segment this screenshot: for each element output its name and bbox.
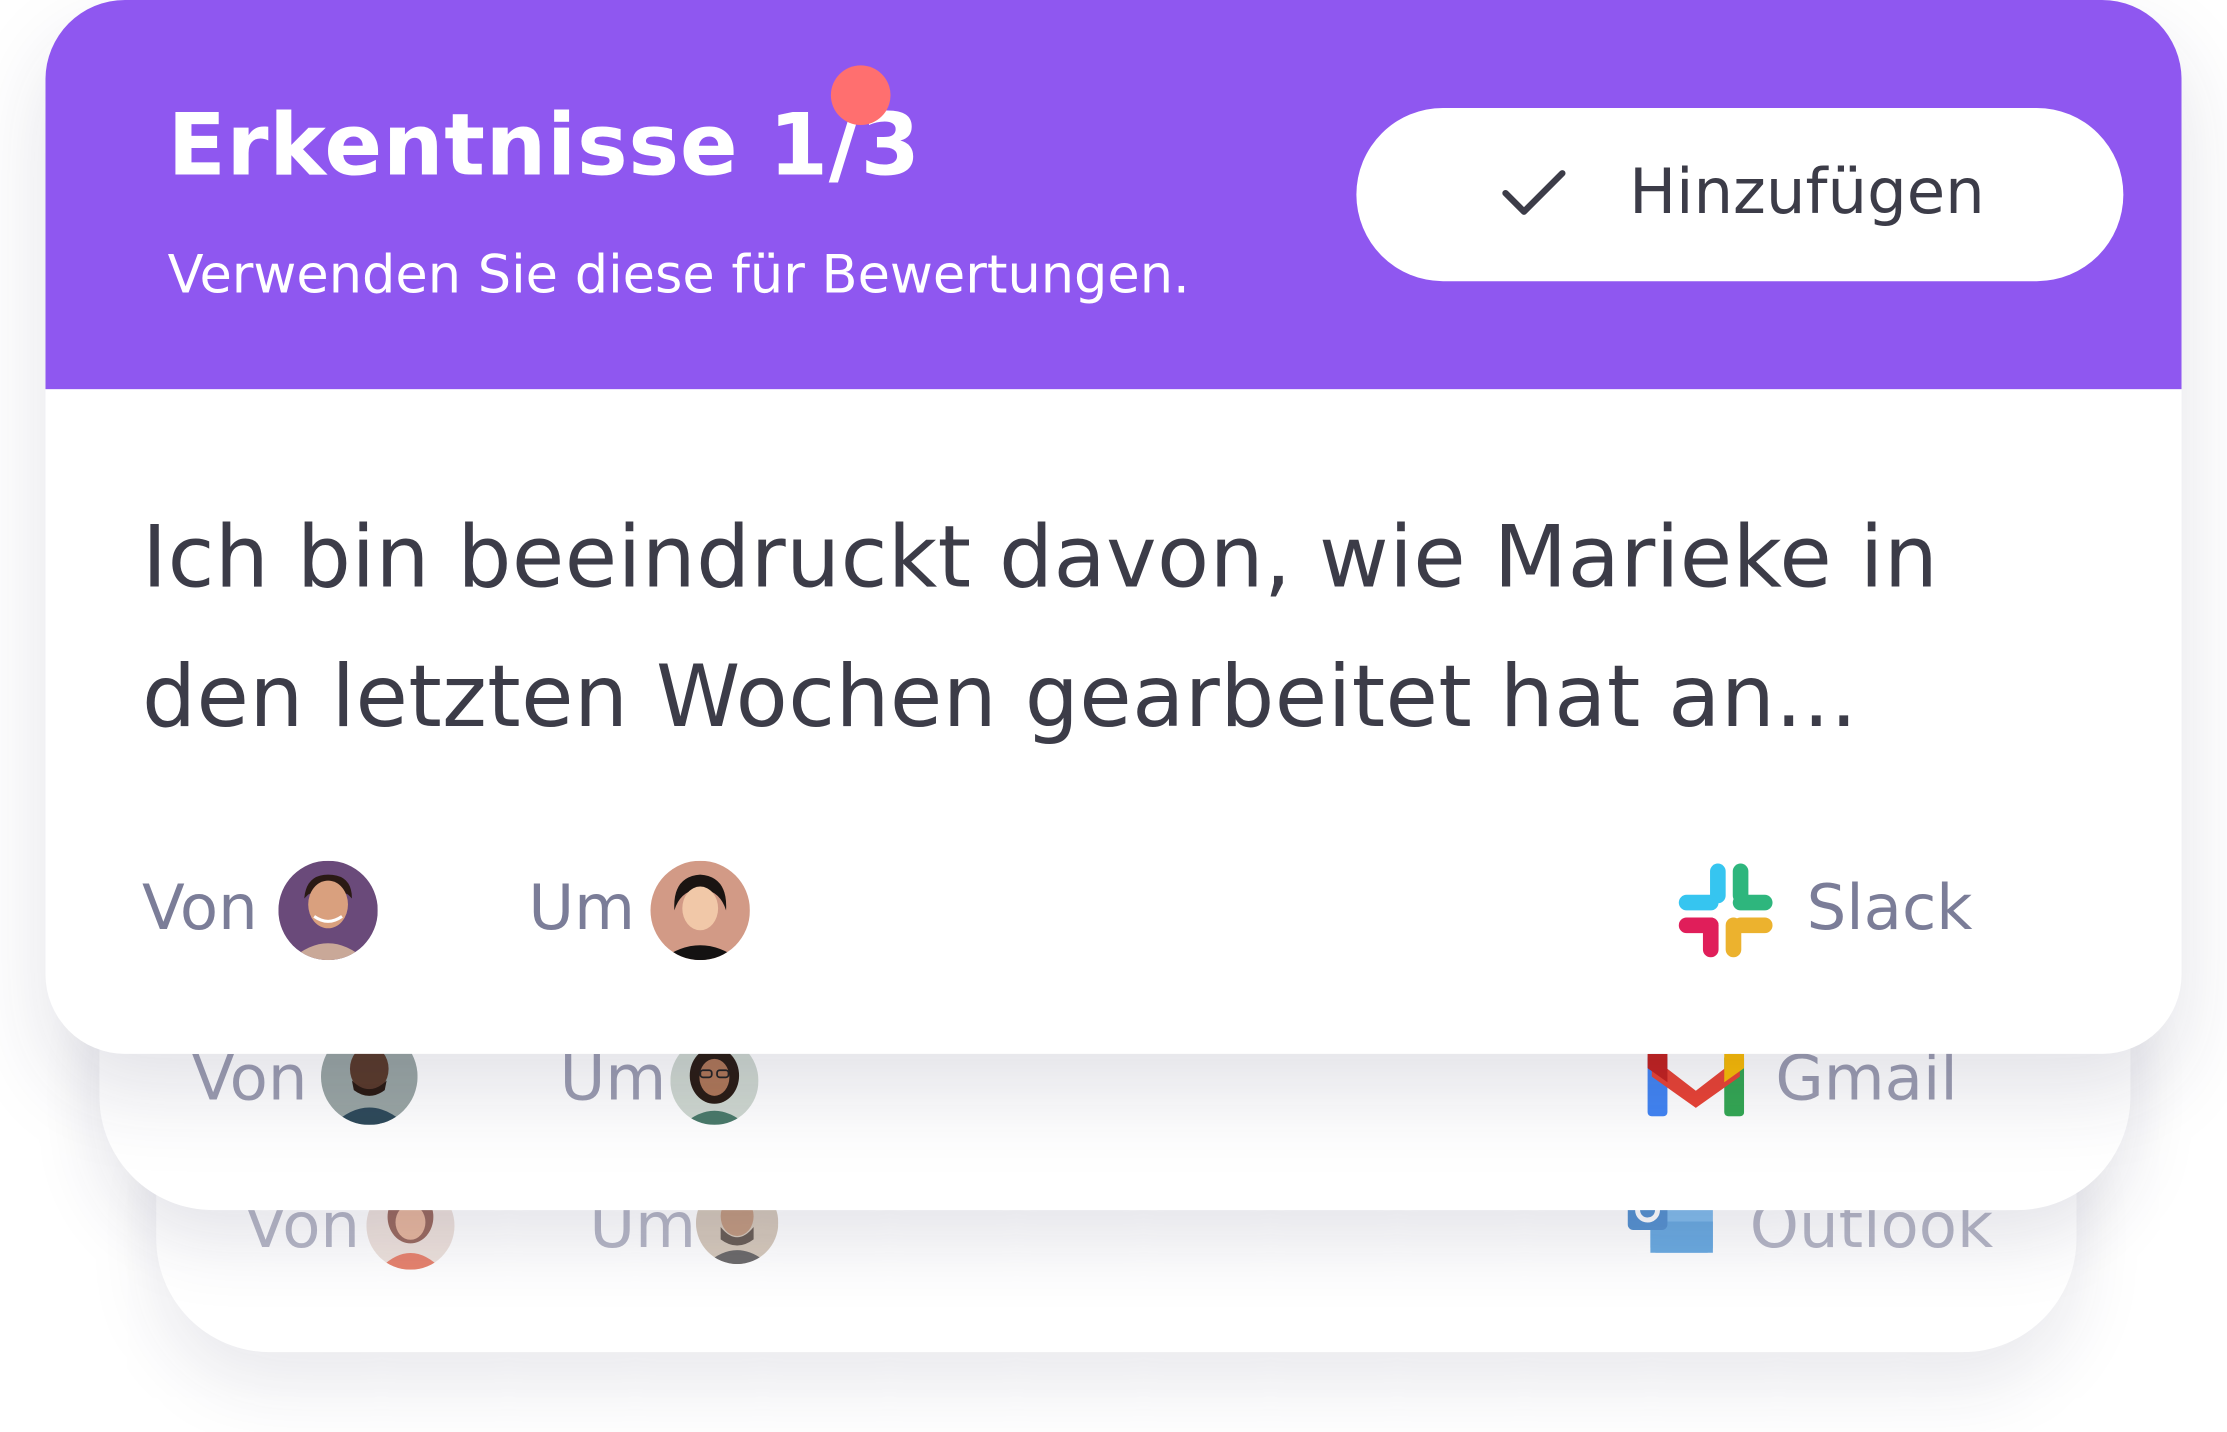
insights-stack: Von Um Outlook Von Um Gmail Erkentnisse … [0,0,2227,1432]
gmail-logo-icon [1647,1045,1745,1117]
source-name: Slack [1806,872,1973,945]
insights-title: Erkentnisse 1/3 [167,96,921,197]
check-icon [1498,165,1569,222]
insight-text: Ich bin beeindruckt davon, wie Marieke i… [142,508,1939,748]
insights-header: Erkentnisse 1/3 Verwenden Sie diese für … [45,0,2182,390]
to-label: Um [528,872,635,945]
from-avatar [278,860,378,961]
add-insight-button[interactable]: Hinzufügen [1356,107,2124,282]
to-avatar [650,860,750,961]
from-label: Von [142,872,258,945]
slack-logo-icon [1676,861,1775,960]
notification-dot [830,65,891,125]
insight-card-1[interactable]: Erkentnisse 1/3 Verwenden Sie diese für … [45,0,2182,1054]
add-insight-label: Hinzufügen [1629,156,1985,229]
insights-subtitle: Verwenden Sie diese für Bewertungen. [167,244,1190,306]
